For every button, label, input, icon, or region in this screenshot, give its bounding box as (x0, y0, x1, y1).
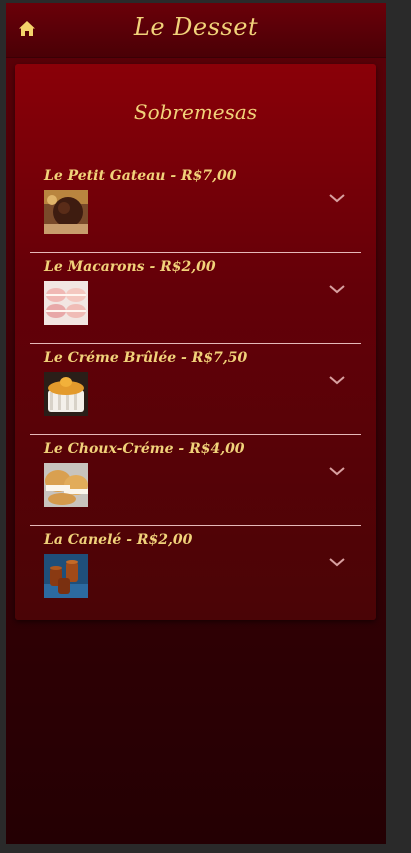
dessert-card: Sobremesas Le Petit Gateau - R$7,00 Le M (15, 64, 376, 620)
app-screen: Le Desset Sobremesas Le Petit Gateau - R… (6, 3, 386, 844)
list-item-canele[interactable]: La Canelé - R$2,00 (30, 526, 361, 617)
list-item-petit-gateau[interactable]: Le Petit Gateau - R$7,00 (30, 162, 361, 253)
chevron-down-icon[interactable] (328, 189, 346, 203)
chevron-down-icon[interactable] (328, 280, 346, 294)
item-label: La Canelé - R$2,00 (44, 532, 193, 548)
chevron-down-icon[interactable] (328, 553, 346, 567)
chevron-down-icon[interactable] (328, 371, 346, 385)
chevron-down-icon[interactable] (328, 462, 346, 476)
section-title: Sobremesas (133, 100, 258, 124)
choux-creme-image (44, 463, 88, 507)
creme-brulee-image (44, 372, 88, 416)
list-item-macarons[interactable]: Le Macarons - R$2,00 (30, 253, 361, 344)
list-item-choux-creme[interactable]: Le Choux-Créme - R$4,00 (30, 435, 361, 526)
item-label: Le Créme Brûlée - R$7,50 (44, 350, 248, 366)
item-label: Le Petit Gateau - R$7,00 (44, 168, 237, 184)
petit-gateau-image (44, 190, 88, 234)
top-bar: Le Desset (6, 3, 386, 58)
macarons-image (44, 281, 88, 325)
app-title: Le Desset (133, 13, 259, 41)
item-label: Le Macarons - R$2,00 (44, 259, 216, 275)
list-item-creme-brulee[interactable]: Le Créme Brûlée - R$7,50 (30, 344, 361, 435)
item-label: Le Choux-Créme - R$4,00 (44, 441, 245, 457)
canele-image (44, 554, 88, 598)
